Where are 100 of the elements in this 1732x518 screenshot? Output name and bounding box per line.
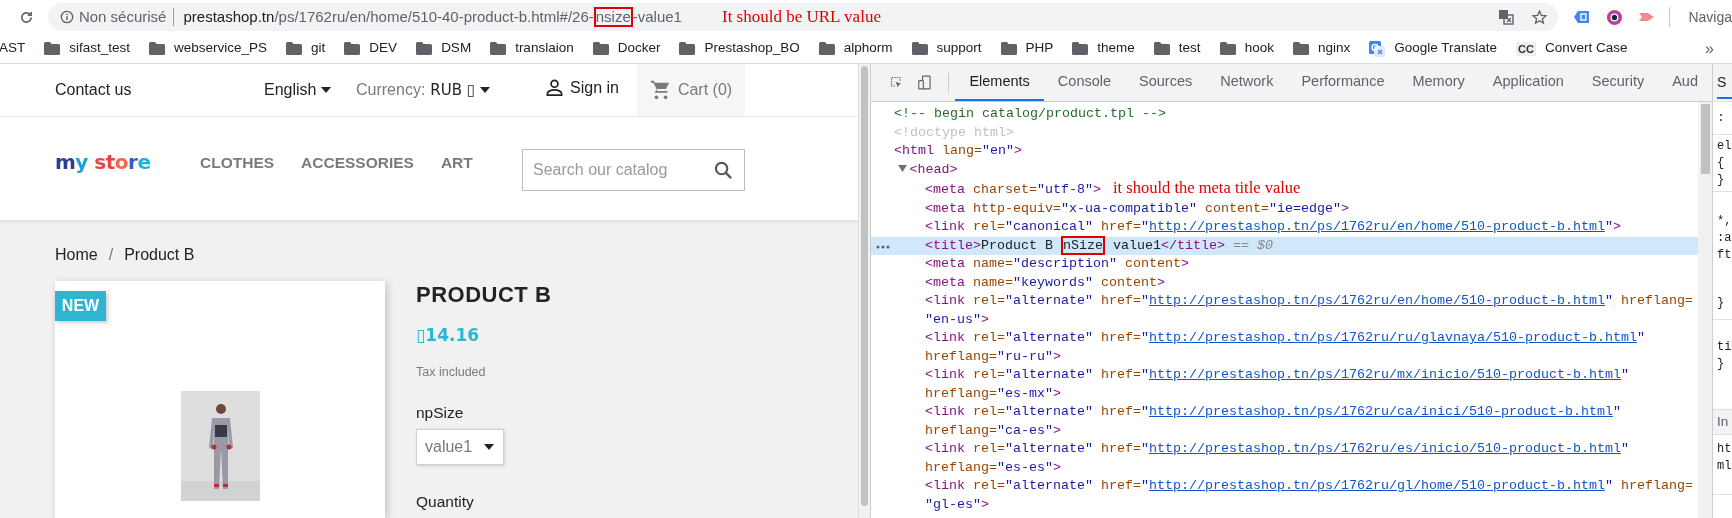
devtools-tab[interactable]: Aud	[1658, 64, 1712, 101]
bookmark[interactable]: sifast_test	[44, 38, 131, 59]
breadcrumb-link[interactable]: Product B	[124, 245, 195, 265]
search-field[interactable]: Search our catalog	[522, 148, 745, 191]
bookmark[interactable]: support	[911, 38, 982, 59]
code-text: href=	[1101, 219, 1141, 234]
code-text: "utf-8"	[1037, 182, 1093, 197]
extension-icon[interactable]	[1605, 8, 1623, 26]
code-text: "	[1604, 478, 1613, 493]
code-row[interactable]: <link rel="alternate" href="http://prestashop.tn/ps/1762ru/es/inicio/510-product-b.html" hreflang="es-es">	[871, 440, 1698, 477]
code-row[interactable]: <html lang="en">	[871, 142, 1698, 161]
devtools-tab[interactable]: Console	[1043, 64, 1126, 101]
bookmark[interactable]: alphorm	[818, 38, 893, 59]
bookmark[interactable]: hook	[1219, 38, 1274, 59]
code-link[interactable]: http://prestashop.tn/ps/1762ru/ru/glavnaya/510-product-b.html	[1149, 330, 1637, 345]
info-icon[interactable]	[59, 10, 74, 24]
more-icon[interactable]	[876, 244, 890, 249]
menu-link[interactable]: ACCESSORIES	[301, 150, 414, 175]
code-row[interactable]: <!-- begin catalog/product.tpl -->	[871, 105, 1698, 124]
bookmark[interactable]: DEV	[344, 38, 398, 59]
star-icon[interactable]	[1530, 8, 1548, 26]
code-row[interactable]: <meta charset="utf-8"> it should the meta title value	[871, 179, 1698, 200]
code-row[interactable]: <meta http-equiv="x-ua-compatible" content="ie=edge">	[871, 199, 1698, 218]
url-text[interactable]: prestashop.tn/ps/1762ru/en/home/510-40-product-b.html#/26-	[183, 5, 594, 29]
bookmark[interactable]: PHP	[1000, 38, 1054, 59]
scrollbar[interactable]	[1698, 102, 1712, 518]
code-row[interactable]: <link rel="alternate" href="http://prestashop.tn/ps/1762ru/ca/inici/510-product-b.html" hreflang="ca-es">	[871, 403, 1698, 440]
device-toolbar-icon[interactable]	[917, 73, 931, 92]
code-text: content=	[1204, 200, 1269, 216]
code-row[interactable]: <link rel="alternate" href="http://prestashop.tn/ps/1762ru/en/home/510-product-b.html" hreflang= "en-us">	[871, 292, 1698, 329]
breadcrumb-link[interactable]: Home	[55, 245, 98, 265]
code-text: >	[1181, 256, 1189, 271]
devtools-tab[interactable]: Elements	[955, 64, 1044, 101]
code-row[interactable]: <link rel="canonical" href="http://prestashop.tn/ps/1762ru/en/home/510-product-b.html">	[871, 218, 1698, 237]
caret-icon	[484, 444, 495, 450]
code-link[interactable]: http://prestashop.tn/ps/1762ru/ca/inici/510-product-b.html	[1149, 404, 1613, 419]
variant-dropdown[interactable]: value1	[416, 429, 504, 465]
bookmark[interactable]: translaion	[490, 38, 574, 59]
code-text: >	[981, 496, 989, 512]
store-logo[interactable]: my store	[55, 149, 151, 174]
bookmark[interactable]: Google Translate	[1369, 38, 1497, 59]
contact-link[interactable]: Contact us	[55, 81, 132, 98]
code-link[interactable]: http://prestashop.tn/ps/1762ru/mx/inicio/510-product-b.html	[1149, 367, 1621, 382]
code-text: "gl-es"	[925, 496, 981, 512]
cart-button[interactable]: Cart (0)	[637, 64, 745, 116]
bookmark[interactable]: theme	[1072, 38, 1135, 59]
devtools-tab[interactable]: Sources	[1125, 64, 1207, 101]
code-text: "	[1141, 293, 1149, 308]
bookmark[interactable]: Prestashop_BO	[679, 38, 800, 59]
bookmark[interactable]: CC Convert Case	[1516, 38, 1628, 59]
currency-selector[interactable]: Currency: RUB ▯	[356, 78, 491, 102]
devtools-tab[interactable]: Application	[1478, 64, 1578, 101]
expand-triangle-icon[interactable]	[897, 165, 907, 173]
folder-icon	[911, 42, 928, 55]
menu-link[interactable]: CLOTHES	[200, 150, 275, 175]
code-row[interactable]: <title>Product B nSize value1</title> == $0	[871, 236, 1698, 255]
code-text: name=	[973, 274, 1013, 290]
code-row[interactable]: <meta name="keywords" content>	[871, 273, 1698, 292]
devtools-tab[interactable]: Network	[1206, 64, 1288, 101]
code-text: rel=	[973, 330, 1005, 345]
bookmark[interactable]: webservice_PS	[149, 38, 268, 59]
code-text: hreflang=	[1620, 293, 1693, 308]
search-icon[interactable]	[714, 160, 733, 180]
code-text: ft	[1717, 247, 1732, 264]
language-selector[interactable]: English	[264, 78, 332, 102]
code-link[interactable]: http://prestashop.tn/ps/1762ru/en/home/510-product-b.html	[1149, 293, 1605, 308]
devtools-tab[interactable]: Security	[1577, 64, 1659, 101]
code-row[interactable]: <head>	[871, 160, 1698, 179]
code-link[interactable]: http://prestashop.tn/ps/1762ru/es/inicio/510-product-b.html	[1149, 441, 1621, 456]
filter-field[interactable]: :	[1717, 108, 1732, 128]
code-text: "	[1141, 478, 1149, 493]
scrollbar[interactable]	[858, 64, 870, 518]
devtools-tab[interactable]: Performance	[1287, 64, 1399, 101]
code-text: <meta	[925, 182, 965, 197]
code-row[interactable]: <link rel="alternate" href="http://prestashop.tn/ps/1762ru/mx/inicio/510-product-b.html" hreflang="es-mx">	[871, 366, 1698, 403]
menu-link[interactable]: ART	[440, 150, 473, 175]
address-bar[interactable]: Non sécurisé prestashop.tn/ps/1762ru/en/home/510-40-product-b.html#/26-nsize-value1 It should be URL value	[47, 3, 1558, 31]
more-bookmarks-button[interactable]: »	[1705, 36, 1714, 61]
code-link[interactable]: http://prestashop.tn/ps/1762ru/en/home/510-product-b.html	[1149, 219, 1605, 234]
code-row[interactable]: <link rel="alternate" href="http://prestashop.tn/ps/1762ru/gl/home/510-product-b.html" hreflang= "gl-es">	[871, 477, 1698, 514]
code-text: http-equiv=	[973, 200, 1061, 216]
profile-label[interactable]: Naviga	[1688, 6, 1732, 28]
reload-icon[interactable]	[19, 9, 34, 25]
translate-icon[interactable]	[1497, 9, 1514, 25]
bookmark[interactable]: Docker	[592, 38, 661, 59]
code-text: name=	[973, 256, 1013, 271]
code-text: "alternate"	[1005, 478, 1093, 493]
code-row[interactable]: <meta name="description" content>	[871, 255, 1698, 274]
code-text: "en"	[982, 143, 1014, 158]
code-link[interactable]: http://prestashop.tn/ps/1762ru/gl/home/510-product-b.html	[1149, 478, 1605, 493]
code-text: "ie=edge"	[1268, 200, 1341, 216]
sign-in-link[interactable]: Sign in	[545, 75, 619, 100]
url-text[interactable]: -value1	[632, 5, 682, 29]
bookmark[interactable]: git	[286, 38, 326, 59]
code-row[interactable]: <link rel="alternate" href="http://prestashop.tn/ps/1762ru/ru/glavnaya/510-product-b.html" hreflang="ru-ru">	[871, 329, 1698, 366]
devtools-tab[interactable]: Memory	[1398, 64, 1479, 101]
bookmark[interactable]: DSM	[416, 38, 472, 59]
bookmark[interactable]: nginx	[1292, 38, 1351, 59]
bookmark[interactable]: test	[1153, 38, 1201, 59]
code-text: "ca-es"	[997, 422, 1053, 438]
